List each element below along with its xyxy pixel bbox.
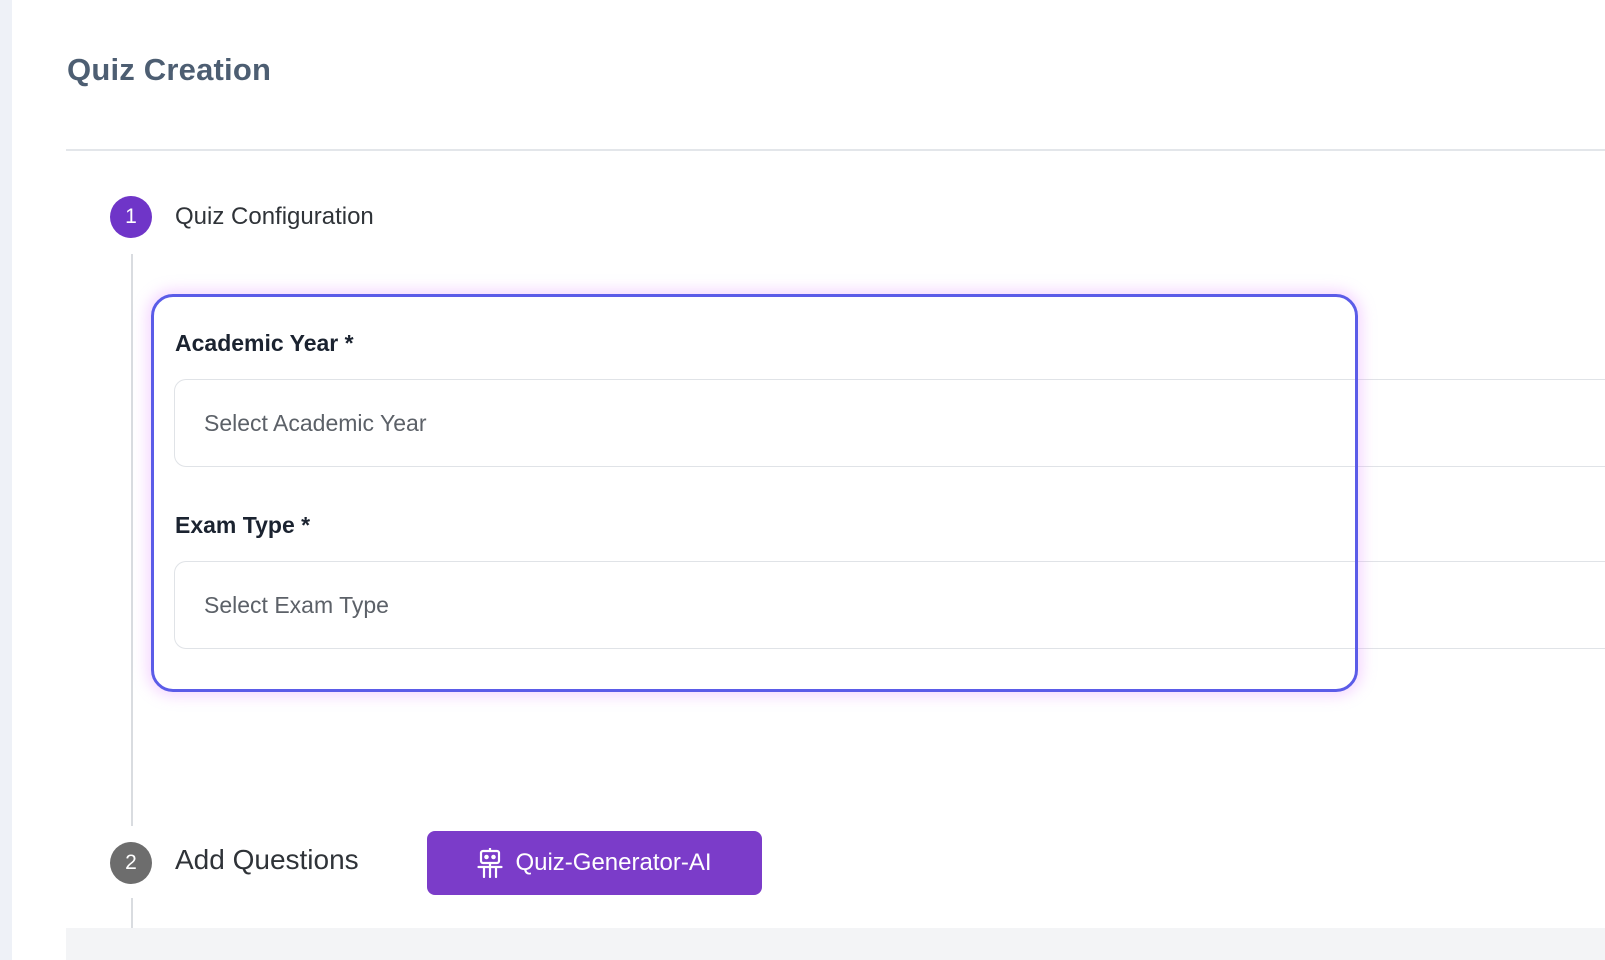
page-title: Quiz Creation: [67, 52, 272, 87]
step-1-label: Quiz Configuration: [175, 203, 374, 230]
bottom-section-bar: [66, 928, 1605, 960]
left-edge-strip: [0, 0, 12, 960]
title-divider: [66, 149, 1605, 151]
quiz-generator-ai-button[interactable]: Quiz-Generator-AI: [427, 831, 762, 895]
exam-type-label: Exam Type *: [175, 512, 311, 538]
step-1-number: 1: [110, 196, 152, 238]
step-2-label[interactable]: Add Questions: [175, 844, 359, 876]
academic-year-placeholder: Select Academic Year: [204, 409, 427, 436]
quiz-generator-ai-label: Quiz-Generator-AI: [515, 849, 712, 876]
academic-year-select[interactable]: Select Academic Year: [174, 379, 1605, 467]
step-connector: [131, 254, 133, 826]
academic-year-label: Academic Year *: [175, 330, 354, 356]
step-2-number: 2: [110, 842, 152, 884]
exam-type-select[interactable]: Select Exam Type: [174, 561, 1605, 649]
main-card: Quiz Creation 1 Quiz Configuration Acade…: [12, 0, 1605, 960]
robot-icon: [477, 848, 504, 878]
exam-type-placeholder: Select Exam Type: [204, 591, 389, 618]
